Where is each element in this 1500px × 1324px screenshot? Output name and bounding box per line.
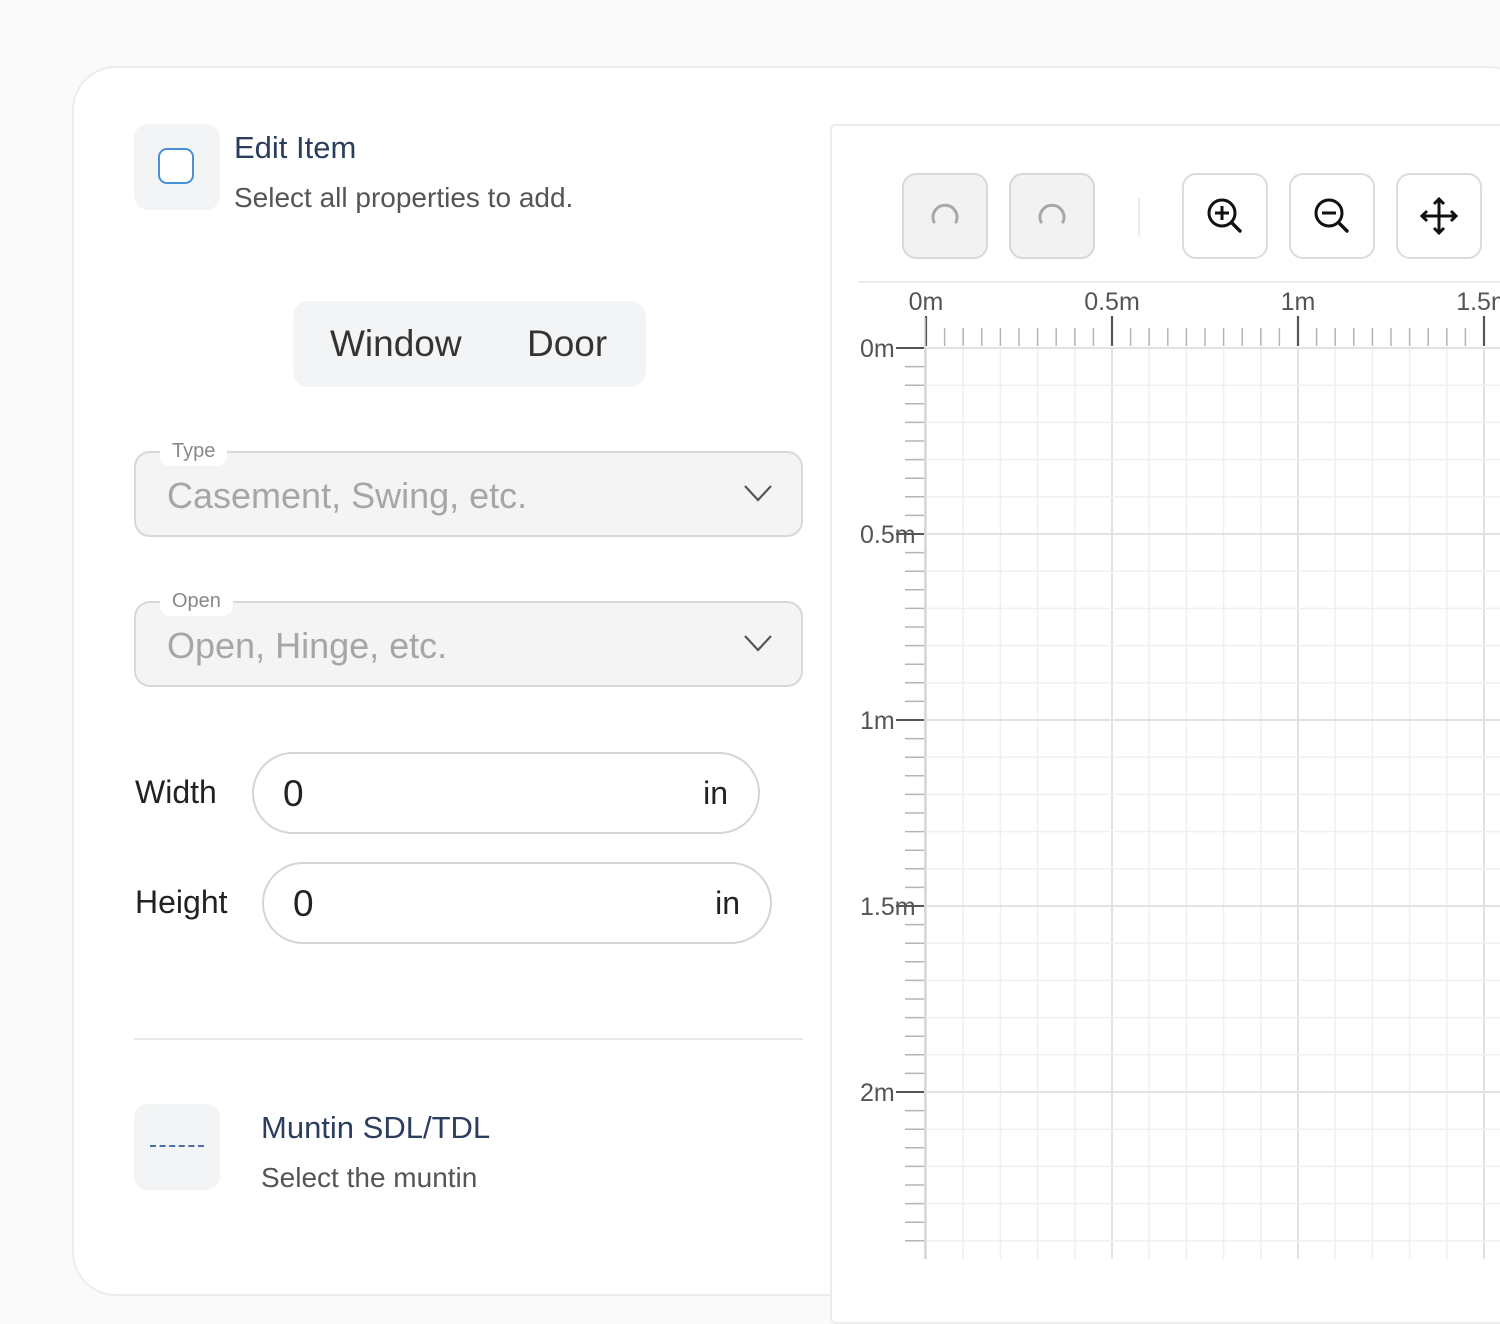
y-axis-label: 2m: [860, 1079, 895, 1107]
x-axis-label: 0m: [909, 288, 944, 316]
x-axis-label: 1.5m: [1456, 288, 1500, 316]
x-axis-label: 1m: [1281, 288, 1316, 316]
x-axis-label: 0.5m: [1084, 288, 1140, 316]
grid-canvas[interactable]: 0m 0.5m 1m 1.5m 0m 0.5m 1m 1.5m 2m: [0, 0, 1500, 1259]
y-axis-label: 0.5m: [860, 521, 916, 549]
grid-lines: [925, 347, 1500, 1259]
y-axis-label: 0m: [860, 335, 895, 363]
y-axis-label: 1m: [860, 707, 895, 735]
horizontal-ruler: 0m 0.5m 1m 1.5m: [909, 288, 1500, 346]
y-axis-label: 1.5m: [860, 893, 916, 921]
vertical-ruler: 0m 0.5m 1m 1.5m 2m: [860, 318, 926, 1259]
